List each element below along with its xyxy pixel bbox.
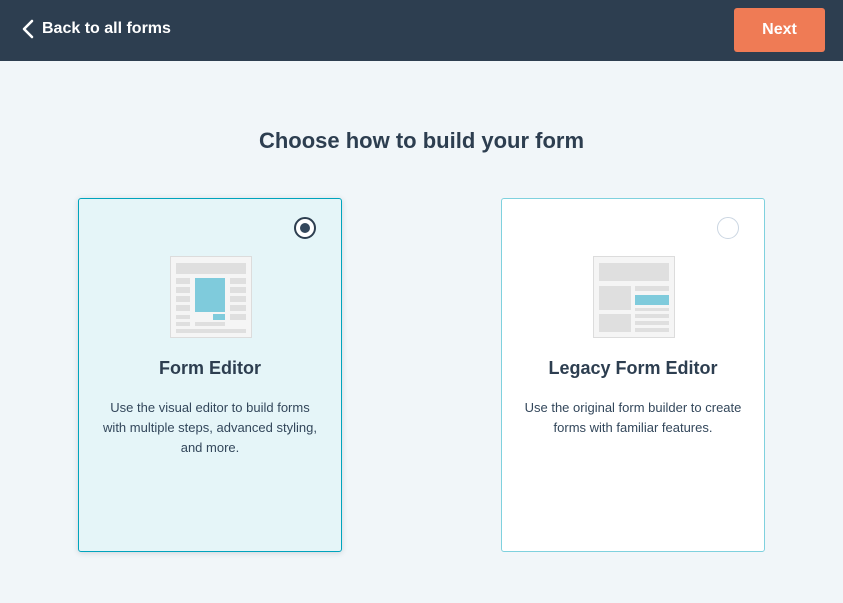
legacy-form-editor-title: Legacy Form Editor — [548, 358, 718, 378]
legacy-form-editor-option-card[interactable]: Legacy Form Editor Use the original form… — [501, 198, 765, 552]
next-button[interactable]: Next — [734, 8, 825, 52]
back-link-label: Back to all forms — [42, 20, 171, 37]
top-bar: Back to all forms Next — [0, 0, 843, 61]
form-editor-radio[interactable] — [294, 217, 316, 239]
form-editor-option-card[interactable]: Form Editor Use the visual editor to bui… — [78, 198, 342, 552]
legacy-form-editor-description: Use the original form builder to create … — [524, 400, 742, 435]
chevron-left-icon — [22, 19, 34, 39]
page-title: Choose how to build your form — [258, 128, 585, 153]
back-to-all-forms-link[interactable]: Back to all forms — [22, 18, 171, 40]
legacy-form-editor-illustration-icon — [593, 256, 675, 338]
form-editor-description: Use the visual editor to build forms wit… — [103, 400, 317, 455]
legacy-form-editor-radio[interactable] — [717, 217, 739, 239]
form-editor-title: Form Editor — [159, 358, 261, 378]
form-editor-illustration-icon — [170, 256, 252, 338]
